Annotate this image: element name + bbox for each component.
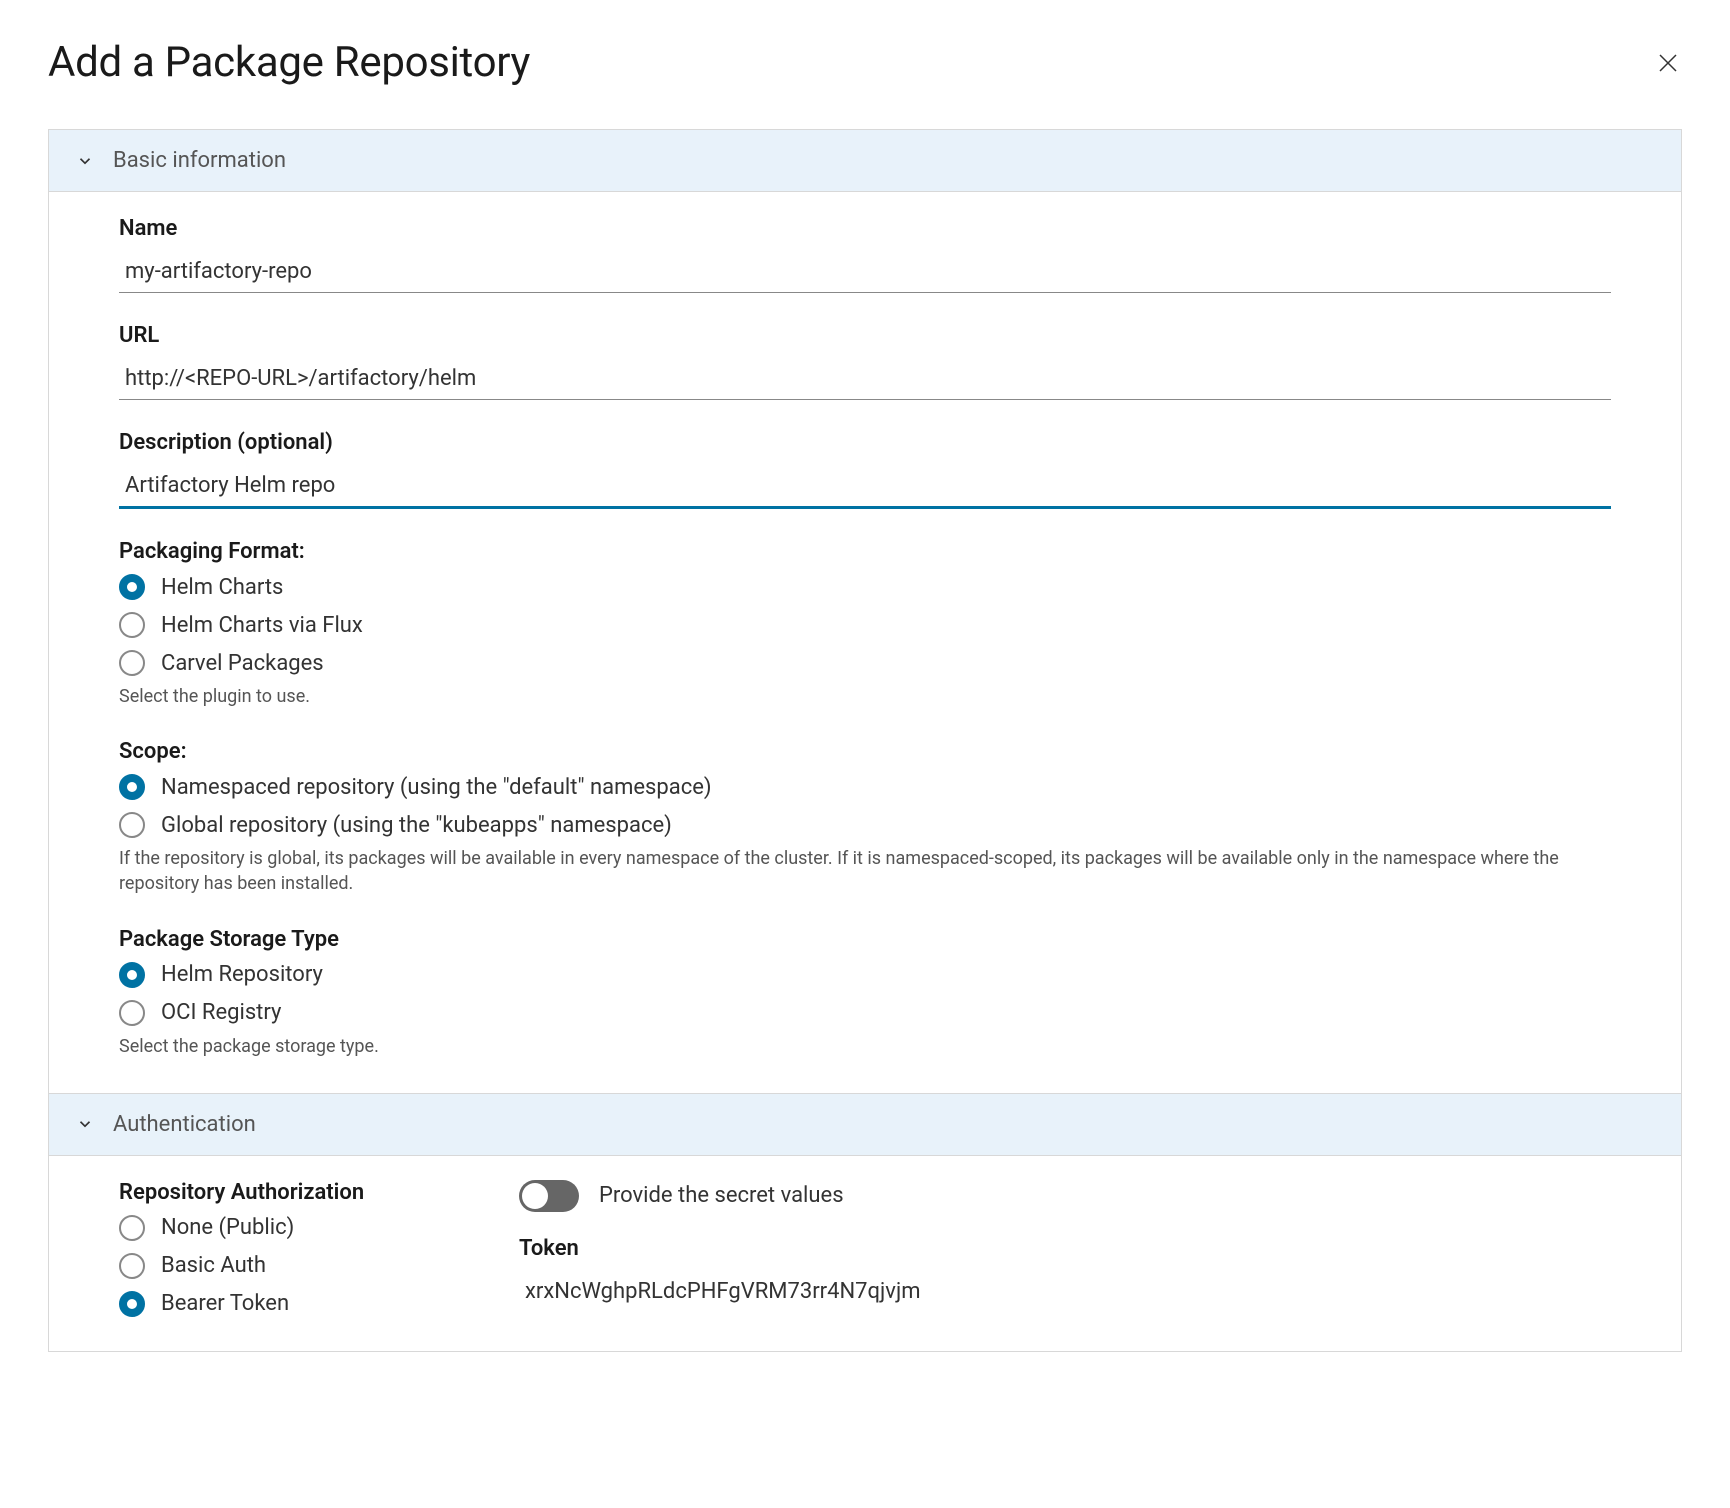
repo-auth-radios: None (Public) Basic Auth Bearer Token xyxy=(119,1215,459,1317)
radio-indicator xyxy=(119,574,145,600)
radio-oci[interactable]: OCI Registry xyxy=(119,1000,1611,1026)
section-title-auth: Authentication xyxy=(113,1112,256,1137)
name-field-group: Name xyxy=(119,216,1611,293)
radio-indicator xyxy=(119,650,145,676)
radio-indicator xyxy=(119,1215,145,1241)
section-header-basic[interactable]: Basic information xyxy=(49,130,1681,192)
radio-label: OCI Registry xyxy=(161,1000,281,1025)
radio-indicator xyxy=(119,774,145,800)
toggle-knob xyxy=(522,1183,548,1209)
add-package-repository-dialog: Add a Package Repository Basic informati… xyxy=(0,0,1730,1352)
auth-right-column: Provide the secret values Token xrxNcWgh… xyxy=(519,1180,1611,1317)
radio-helm-repo[interactable]: Helm Repository xyxy=(119,962,1611,988)
name-label: Name xyxy=(119,216,1611,241)
secret-toggle-label: Provide the secret values xyxy=(599,1183,844,1208)
token-label: Token xyxy=(519,1236,1611,1261)
repo-auth-label: Repository Authorization xyxy=(119,1180,459,1205)
radio-indicator xyxy=(119,1000,145,1026)
radio-namespaced[interactable]: Namespaced repository (using the "defaul… xyxy=(119,774,1611,800)
radio-label: Global repository (using the "kubeapps" … xyxy=(161,813,672,838)
radio-helm-charts[interactable]: Helm Charts xyxy=(119,574,1611,600)
scope-radios: Namespaced repository (using the "defaul… xyxy=(119,774,1611,838)
packaging-format-helper: Select the plugin to use. xyxy=(119,684,1611,709)
dialog-header: Add a Package Repository xyxy=(48,38,1682,87)
description-field-group: Description (optional) xyxy=(119,430,1611,509)
storage-type-group: Package Storage Type Helm Repository OCI… xyxy=(119,927,1611,1059)
packaging-format-group: Packaging Format: Helm Charts Helm Chart… xyxy=(119,539,1611,709)
radio-label: Helm Charts xyxy=(161,575,283,600)
packaging-format-radios: Helm Charts Helm Charts via Flux Carvel … xyxy=(119,574,1611,676)
packaging-format-label: Packaging Format: xyxy=(119,539,1611,564)
radio-indicator xyxy=(119,1291,145,1317)
secret-toggle[interactable] xyxy=(519,1180,579,1212)
radio-label: Bearer Token xyxy=(161,1291,289,1316)
radio-auth-basic[interactable]: Basic Auth xyxy=(119,1253,459,1279)
token-value[interactable]: xrxNcWghpRLdcPHFgVRM73rr4N7qjvjm xyxy=(519,1271,1611,1312)
section-body-auth: Repository Authorization None (Public) B… xyxy=(49,1156,1681,1351)
description-input[interactable] xyxy=(119,465,1611,509)
url-input[interactable] xyxy=(119,358,1611,400)
chevron-down-icon xyxy=(75,1114,95,1134)
accordion: Basic information Name URL Description (… xyxy=(48,129,1682,1352)
radio-auth-bearer[interactable]: Bearer Token xyxy=(119,1291,459,1317)
scope-label: Scope: xyxy=(119,739,1611,764)
scope-helper: If the repository is global, its package… xyxy=(119,846,1611,896)
auth-row: Repository Authorization None (Public) B… xyxy=(119,1180,1611,1317)
close-icon[interactable] xyxy=(1654,49,1682,77)
radio-carvel[interactable]: Carvel Packages xyxy=(119,650,1611,676)
radio-auth-none[interactable]: None (Public) xyxy=(119,1215,459,1241)
radio-label: Helm Charts via Flux xyxy=(161,613,363,638)
section-body-basic: Name URL Description (optional) Packagin… xyxy=(49,192,1681,1093)
dialog-title: Add a Package Repository xyxy=(48,38,530,87)
radio-label: Basic Auth xyxy=(161,1253,266,1278)
storage-type-helper: Select the package storage type. xyxy=(119,1034,1611,1059)
url-field-group: URL xyxy=(119,323,1611,400)
radio-label: Carvel Packages xyxy=(161,651,324,676)
storage-type-radios: Helm Repository OCI Registry xyxy=(119,962,1611,1026)
radio-label: None (Public) xyxy=(161,1215,294,1240)
radio-helm-flux[interactable]: Helm Charts via Flux xyxy=(119,612,1611,638)
description-label: Description (optional) xyxy=(119,430,1611,455)
radio-label: Namespaced repository (using the "defaul… xyxy=(161,775,712,800)
section-title-basic: Basic information xyxy=(113,148,286,173)
storage-type-label: Package Storage Type xyxy=(119,927,1611,952)
radio-indicator xyxy=(119,1253,145,1279)
name-input[interactable] xyxy=(119,251,1611,293)
scope-group: Scope: Namespaced repository (using the … xyxy=(119,739,1611,896)
radio-indicator xyxy=(119,962,145,988)
chevron-down-icon xyxy=(75,151,95,171)
secret-toggle-row: Provide the secret values xyxy=(519,1180,1611,1212)
section-header-auth[interactable]: Authentication xyxy=(49,1093,1681,1156)
radio-indicator xyxy=(119,612,145,638)
radio-indicator xyxy=(119,812,145,838)
url-label: URL xyxy=(119,323,1611,348)
radio-label: Helm Repository xyxy=(161,962,323,987)
auth-left-column: Repository Authorization None (Public) B… xyxy=(119,1180,459,1317)
radio-global[interactable]: Global repository (using the "kubeapps" … xyxy=(119,812,1611,838)
